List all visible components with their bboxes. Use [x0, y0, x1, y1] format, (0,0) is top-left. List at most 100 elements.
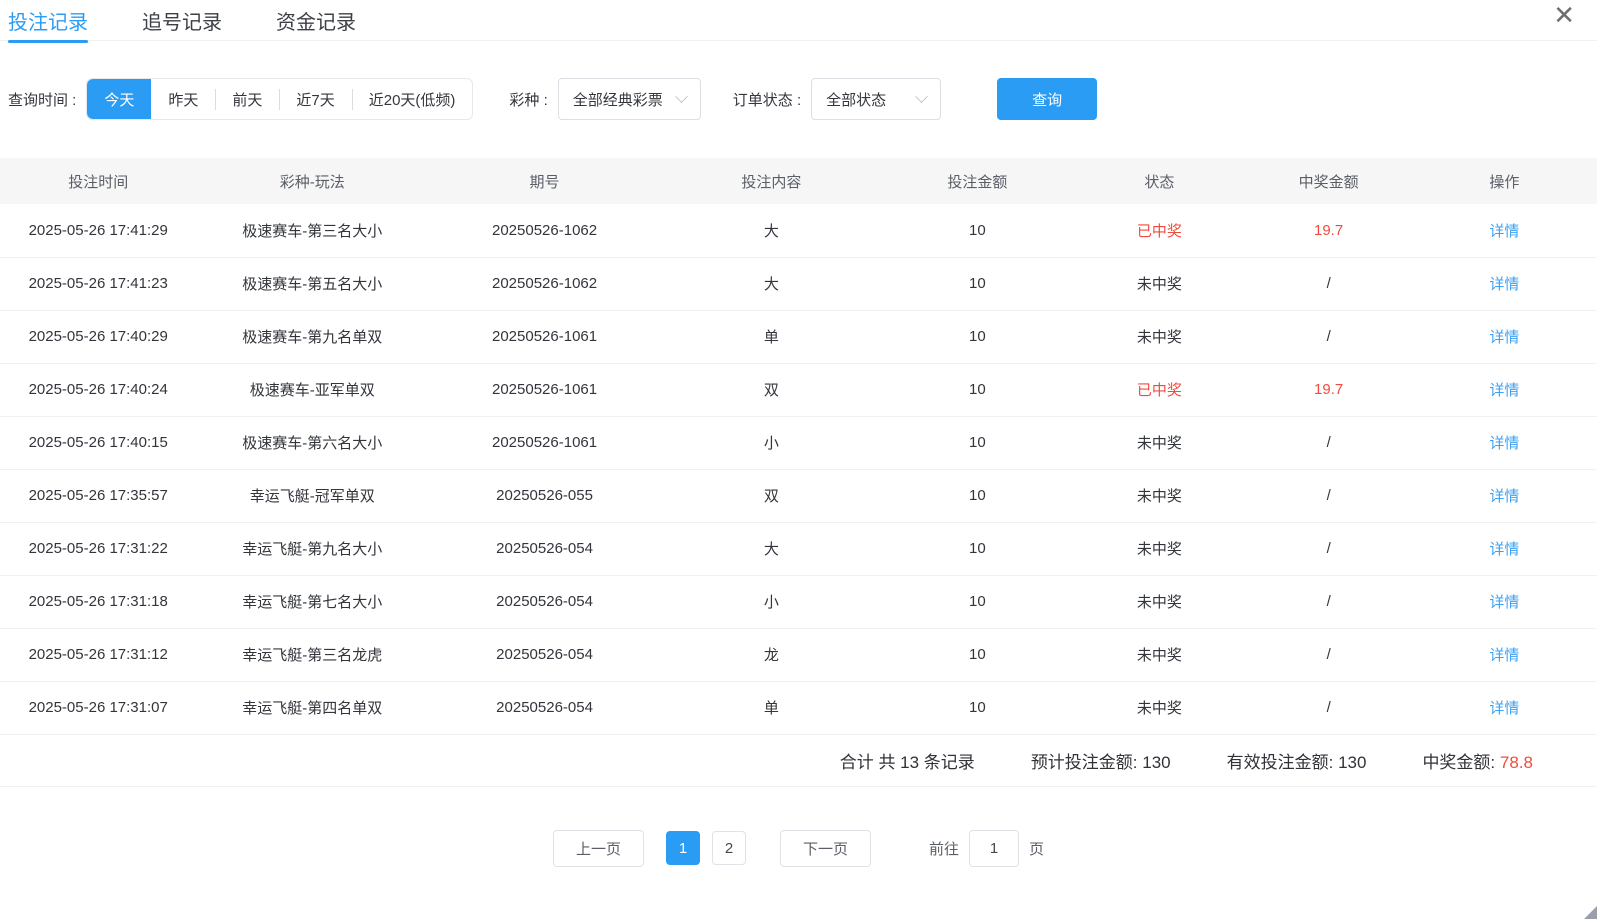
goto-page-input[interactable] [969, 830, 1019, 867]
order-status-value: 全部状态 [826, 89, 886, 110]
detail-link[interactable]: 详情 [1489, 223, 1519, 240]
cell-time: 2025-05-26 17:31:07 [0, 681, 196, 734]
detail-link[interactable]: 详情 [1489, 594, 1519, 611]
cell-content: 大 [661, 257, 881, 310]
cell-prize: 19.7 [1246, 204, 1412, 257]
cell-status: 未中奖 [1073, 416, 1245, 469]
cell-status: 未中奖 [1073, 257, 1245, 310]
next-page-button[interactable]: 下一页 [780, 830, 871, 867]
cell-prize: / [1246, 575, 1412, 628]
summary-prize-label: 中奖金额: [1422, 753, 1495, 772]
cell-status: 未中奖 [1073, 522, 1245, 575]
summary-valid-amount: 有效投注金额: 130 [1227, 748, 1367, 773]
time-option-today[interactable]: 今天 [87, 79, 151, 119]
lottery-select[interactable]: 全部经典彩票 [558, 78, 701, 120]
col-bet-time: 投注时间 [0, 158, 196, 204]
filter-bar: 查询时间 : 今天 昨天 前天 近7天 近20天(低频) 彩种 : 全部经典彩票… [0, 78, 1597, 120]
col-action: 操作 [1412, 158, 1597, 204]
cell-content: 单 [661, 681, 881, 734]
cell-prize: 19.7 [1246, 363, 1412, 416]
time-option-yesterday[interactable]: 昨天 [151, 79, 215, 119]
cell-prize: / [1246, 628, 1412, 681]
cell-issue: 20250526-1061 [428, 416, 661, 469]
summary-expected-amount: 预计投注金额: 130 [1031, 748, 1171, 773]
resize-corner-handle[interactable] [1584, 906, 1597, 919]
col-issue: 期号 [428, 158, 661, 204]
tab-bet-records[interactable]: 投注记录 [8, 0, 88, 45]
table-row: 2025-05-26 17:31:07幸运飞艇-第四名单双20250526-05… [0, 681, 1597, 734]
detail-link[interactable]: 详情 [1489, 488, 1519, 505]
cell-issue: 20250526-054 [428, 628, 661, 681]
summary-prize: 中奖金额: 78.8 [1422, 748, 1533, 773]
lottery-select-value: 全部经典彩票 [573, 89, 663, 110]
cell-issue: 20250526-054 [428, 522, 661, 575]
table-row: 2025-05-26 17:31:12幸运飞艇-第三名龙虎20250526-05… [0, 628, 1597, 681]
order-status-select[interactable]: 全部状态 [811, 78, 941, 120]
cell-amount: 10 [882, 469, 1074, 522]
cell-issue: 20250526-055 [428, 469, 661, 522]
time-range-group: 今天 昨天 前天 近7天 近20天(低频) [86, 78, 473, 120]
cell-prize: / [1246, 310, 1412, 363]
tab-fund-records[interactable]: 资金记录 [276, 0, 356, 45]
cell-status: 未中奖 [1073, 628, 1245, 681]
cell-content: 龙 [661, 628, 881, 681]
pagination: 上一页 1 2 下一页 前往 页 [0, 830, 1597, 867]
detail-link[interactable]: 详情 [1489, 647, 1519, 664]
close-icon[interactable]: ✕ [1553, 0, 1575, 30]
cell-amount: 10 [882, 628, 1074, 681]
prev-page-button[interactable]: 上一页 [553, 830, 644, 867]
page-button-2[interactable]: 2 [712, 831, 746, 865]
time-option-day-before[interactable]: 前天 [215, 79, 279, 119]
cell-issue: 20250526-1061 [428, 310, 661, 363]
cell-issue: 20250526-1061 [428, 363, 661, 416]
chevron-down-icon [915, 90, 928, 103]
cell-time: 2025-05-26 17:40:15 [0, 416, 196, 469]
table-row: 2025-05-26 17:40:29极速赛车-第九名单双20250526-10… [0, 310, 1597, 363]
cell-amount: 10 [882, 204, 1074, 257]
detail-link[interactable]: 详情 [1489, 700, 1519, 717]
detail-link[interactable]: 详情 [1489, 382, 1519, 399]
order-status-label: 订单状态 : [733, 89, 801, 110]
cell-prize: / [1246, 416, 1412, 469]
tab-bar: 投注记录 追号记录 资金记录 ✕ [0, 0, 1597, 41]
cell-amount: 10 [882, 522, 1074, 575]
cell-status: 未中奖 [1073, 310, 1245, 363]
cell-game: 极速赛车-第三名大小 [196, 204, 428, 257]
tab-chase-records[interactable]: 追号记录 [142, 0, 222, 45]
cell-time: 2025-05-26 17:31:22 [0, 522, 196, 575]
table-row: 2025-05-26 17:41:29极速赛车-第三名大小20250526-10… [0, 204, 1597, 257]
cell-game: 幸运飞艇-第三名龙虎 [196, 628, 428, 681]
cell-status: 未中奖 [1073, 681, 1245, 734]
detail-link[interactable]: 详情 [1489, 329, 1519, 346]
cell-issue: 20250526-1062 [428, 257, 661, 310]
time-option-20days[interactable]: 近20天(低频) [352, 79, 473, 119]
cell-amount: 10 [882, 681, 1074, 734]
cell-time: 2025-05-26 17:41:23 [0, 257, 196, 310]
cell-game: 极速赛车-第五名大小 [196, 257, 428, 310]
detail-link[interactable]: 详情 [1489, 276, 1519, 293]
page-button-1[interactable]: 1 [666, 831, 700, 865]
cell-game: 极速赛车-亚军单双 [196, 363, 428, 416]
cell-amount: 10 [882, 310, 1074, 363]
cell-content: 小 [661, 416, 881, 469]
detail-link[interactable]: 详情 [1489, 435, 1519, 452]
cell-time: 2025-05-26 17:31:18 [0, 575, 196, 628]
cell-content: 大 [661, 522, 881, 575]
table-row: 2025-05-26 17:31:22幸运飞艇-第九名大小20250526-05… [0, 522, 1597, 575]
cell-time: 2025-05-26 17:40:24 [0, 363, 196, 416]
cell-time: 2025-05-26 17:35:57 [0, 469, 196, 522]
cell-amount: 10 [882, 257, 1074, 310]
cell-amount: 10 [882, 363, 1074, 416]
col-bet-amount: 投注金额 [882, 158, 1074, 204]
time-option-7days[interactable]: 近7天 [279, 79, 351, 119]
cell-game: 幸运飞艇-第九名大小 [196, 522, 428, 575]
cell-prize: / [1246, 522, 1412, 575]
lottery-filter-label: 彩种 : [509, 89, 547, 110]
col-game-play: 彩种-玩法 [196, 158, 428, 204]
cell-game: 幸运飞艇-第四名单双 [196, 681, 428, 734]
detail-link[interactable]: 详情 [1489, 541, 1519, 558]
cell-game: 幸运飞艇-第七名大小 [196, 575, 428, 628]
goto-page-suffix: 页 [1029, 838, 1044, 859]
chevron-down-icon [675, 90, 688, 103]
search-button[interactable]: 查询 [997, 78, 1097, 120]
